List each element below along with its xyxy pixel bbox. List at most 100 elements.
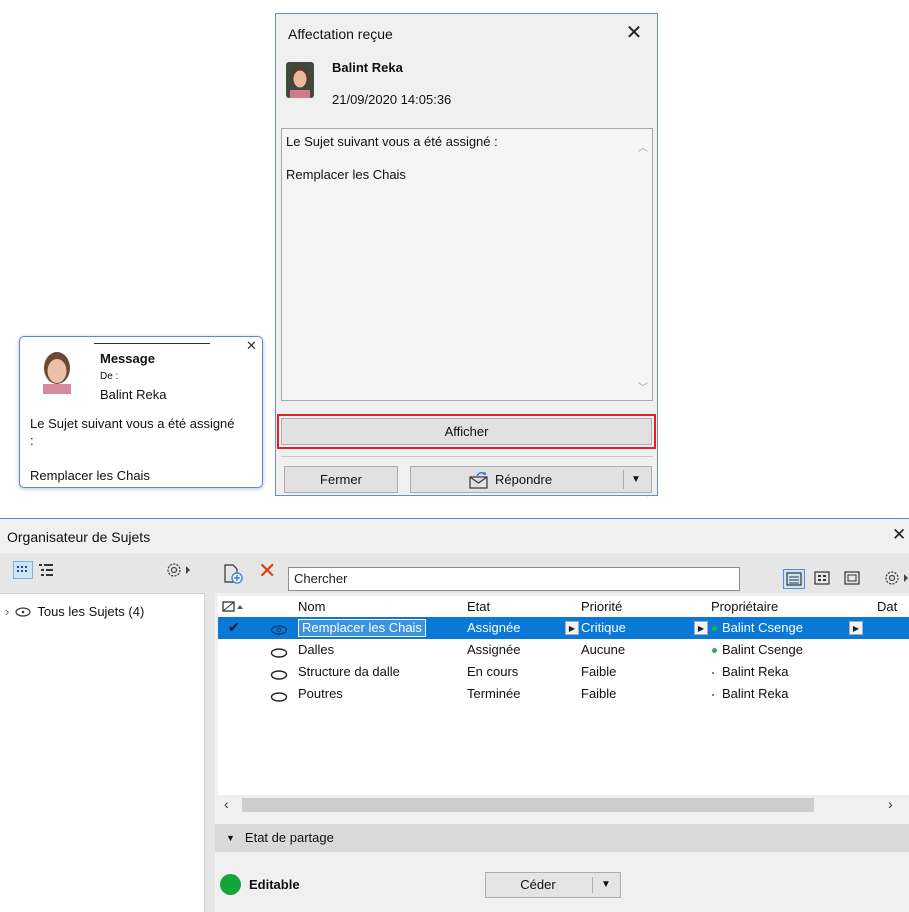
preview-view-icon[interactable] (842, 569, 864, 589)
column-header-priority[interactable]: Priorité (581, 599, 622, 614)
reply-envelope-icon (469, 471, 488, 489)
column-header-status[interactable]: Etat (467, 599, 490, 614)
eye-closed-icon[interactable] (270, 668, 288, 683)
release-button-label: Céder (520, 877, 556, 892)
name-cell-editor[interactable]: Remplacer les Chais (298, 619, 426, 637)
name-cell[interactable]: Structure da dalle (298, 664, 400, 679)
add-issue-icon[interactable] (222, 563, 244, 588)
sharing-header: ▼ Etat de partage (226, 830, 334, 845)
status-cell[interactable]: Assignée (467, 642, 520, 657)
received-date: 21/09/2020 14:05:36 (332, 92, 452, 107)
priority-cell[interactable]: Faible (581, 664, 616, 679)
name-cell[interactable]: Poutres (298, 686, 343, 701)
status-cell[interactable]: Assignée (467, 620, 520, 635)
priority-cell[interactable]: Critique (581, 620, 626, 635)
close-icon[interactable]: ✕ (892, 525, 906, 545)
gear-icon[interactable] (878, 565, 909, 591)
column-header-name[interactable]: Nom (298, 599, 325, 614)
tree-view-icon[interactable] (37, 561, 57, 579)
scroll-up-icon[interactable]: ︿ (638, 139, 648, 154)
status-cell[interactable]: Terminée (467, 686, 520, 701)
delete-icon[interactable]: ✕ (258, 558, 276, 584)
owner-name: Balint Reka (722, 664, 789, 679)
table-row[interactable]: ✔ Remplacer les Chais Assignée ▶ Critiqu… (218, 617, 909, 639)
scroll-right-icon[interactable]: › (888, 796, 893, 812)
owner-cell[interactable]: Balint Reka (712, 686, 788, 701)
play-right-icon[interactable]: ▶ (849, 621, 863, 635)
eye-icon[interactable] (270, 623, 288, 638)
tree-item-all-issues[interactable]: › Tous les Sujets (4) (5, 604, 144, 619)
name-cell[interactable]: Dalles (298, 642, 334, 657)
close-button[interactable]: Fermer (284, 466, 398, 493)
resize-grip-icon[interactable]: ⋰ (646, 491, 652, 498)
tree-item-label: Tous les Sujets (4) (37, 604, 145, 619)
search-input[interactable]: Chercher (288, 567, 740, 591)
owner-cell[interactable]: Balint Csenge (712, 620, 803, 635)
divider (94, 343, 210, 344)
assignment-dialog: Affectation reçue ✕ Balint Reka 21/09/20… (275, 13, 658, 498)
divider (592, 877, 593, 893)
eye-closed-icon[interactable] (270, 690, 288, 705)
toast-issue-name: Remplacer les Chais (30, 468, 150, 483)
close-icon[interactable]: ✕ (622, 21, 646, 45)
from-name: Balint Reka (100, 387, 167, 402)
status-dot-icon (220, 874, 241, 895)
owner-cell[interactable]: Balint Reka (712, 664, 788, 679)
column-header-owner[interactable]: Propriétaire (711, 599, 778, 614)
sharing-panel: Editable Céder ▼ (215, 852, 909, 912)
issue-organizer-window: Organisateur de Sujets ✕ › Tous les Suje… (0, 518, 909, 912)
message-textarea[interactable]: Le Sujet suivant vous a été assigné : Re… (281, 128, 653, 401)
release-button[interactable]: Céder ▼ (485, 872, 621, 898)
chevron-right-icon[interactable]: › (5, 604, 9, 619)
divider (281, 456, 653, 457)
offline-dot-icon (712, 671, 714, 674)
toast-title: Message (100, 351, 155, 366)
chevron-down-icon[interactable]: ▼ (631, 467, 641, 492)
reply-button-label: Répondre (495, 472, 553, 487)
close-icon[interactable]: ✕ (246, 338, 257, 354)
show-button[interactable]: Afficher (281, 418, 652, 445)
reply-button[interactable]: Répondre ▼ (410, 466, 652, 493)
column-header-date[interactable]: Dat (877, 599, 897, 614)
table-row[interactable]: Dalles Assignée Aucune Balint Csenge (218, 639, 909, 661)
splitter[interactable] (205, 553, 215, 912)
issues-table: Nom Etat Priorité Propriétaire Dat ✔ Rem… (218, 596, 909, 802)
scrollbar-thumb[interactable] (242, 798, 814, 812)
sender-avatar (286, 62, 314, 98)
check-icon: ✔ (228, 619, 240, 635)
scroll-left-icon[interactable]: ‹ (224, 796, 229, 812)
message-line: Le Sujet suivant vous a été assigné : (286, 134, 498, 149)
scroll-down-icon[interactable]: ﹀ (638, 379, 648, 394)
chevron-down-icon[interactable]: ▼ (226, 833, 235, 843)
play-right-icon[interactable]: ▶ (565, 621, 579, 635)
markup-column-icon[interactable] (222, 600, 244, 617)
message-notification[interactable]: ✕ Message De : Balint Reka Le Sujet suiv… (19, 336, 263, 488)
horizontal-scrollbar[interactable]: ‹ › (218, 795, 909, 815)
eye-closed-icon[interactable] (270, 646, 288, 661)
priority-cell[interactable]: Aucune (581, 642, 625, 657)
sharing-panel-header[interactable]: ▼ Etat de partage (215, 824, 909, 852)
offline-dot-icon (712, 693, 714, 696)
play-right-icon[interactable]: ▶ (694, 621, 708, 635)
divider (623, 470, 624, 489)
online-dot-icon (712, 648, 717, 654)
dialog-title: Affectation reçue (288, 26, 393, 42)
show-button-highlight: Afficher (277, 414, 656, 449)
priority-cell[interactable]: Faible (581, 686, 616, 701)
table-row[interactable]: Structure da dalle En cours Faible Balin… (218, 661, 909, 683)
chevron-down-icon[interactable]: ▼ (601, 873, 611, 897)
reply-button-content: Répondre (469, 467, 552, 492)
owner-cell[interactable]: Balint Csenge (712, 642, 803, 657)
thumbnail-view-icon[interactable] (812, 569, 834, 589)
sender-avatar (38, 348, 76, 394)
sender-name: Balint Reka (332, 60, 403, 75)
owner-name: Balint Reka (722, 686, 789, 701)
table-row[interactable]: Poutres Terminée Faible Balint Reka (218, 683, 909, 705)
eye-icon[interactable] (15, 606, 31, 617)
owner-name: Balint Csenge (722, 620, 803, 635)
status-cell[interactable]: En cours (467, 664, 518, 679)
grid-view-icon[interactable] (13, 561, 33, 579)
list-view-icon[interactable] (783, 569, 805, 589)
gear-icon[interactable] (160, 558, 200, 582)
toast-message: Le Sujet suivant vous a été assigné : (30, 416, 235, 448)
